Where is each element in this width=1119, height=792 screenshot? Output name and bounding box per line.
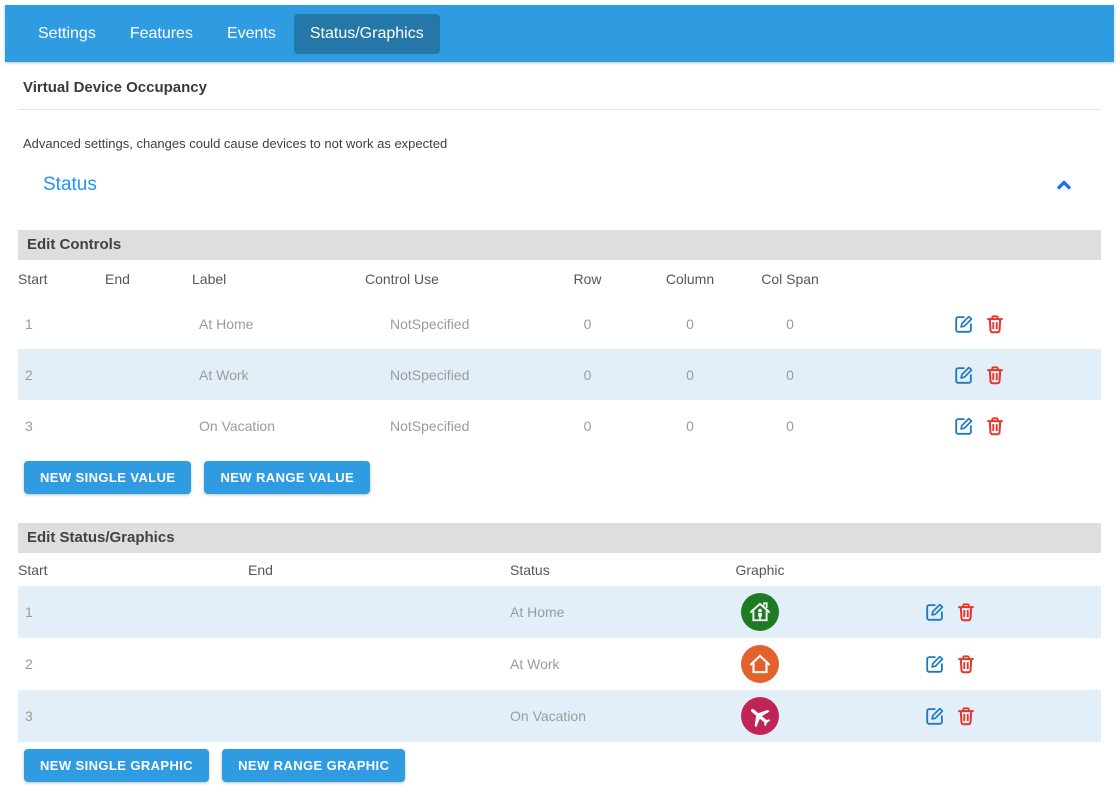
airplane-icon xyxy=(741,697,779,735)
top-tab-bar: Settings Features Events Status/Graphics xyxy=(5,5,1114,62)
col-start: Start xyxy=(18,271,105,287)
edit-controls-header: Edit Controls xyxy=(18,230,1101,260)
col-label: Label xyxy=(192,271,365,287)
status-section-label[interactable]: Status xyxy=(43,174,97,196)
tab-features[interactable]: Features xyxy=(114,14,209,54)
cell-row: 0 xyxy=(540,367,635,383)
new-range-graphic-button[interactable]: NEW RANGE GRAPHIC xyxy=(222,749,405,782)
edit-icon[interactable] xyxy=(953,364,975,386)
edit-controls-table: Start End Label Control Use Row Column C… xyxy=(18,260,1101,451)
cell-row: 0 xyxy=(540,316,635,332)
controls-buttons: NEW SINGLE VALUE NEW RANGE VALUE xyxy=(24,461,1119,494)
cell-row: 0 xyxy=(540,418,635,434)
warning-text: Advanced settings, changes could cause d… xyxy=(0,110,1119,151)
table-row: 1 At Home NotSpecified 0 0 0 xyxy=(18,298,1101,349)
delete-icon[interactable] xyxy=(984,415,1006,437)
cell-start: 3 xyxy=(18,708,248,724)
cell-col-span: 0 xyxy=(745,367,835,383)
delete-icon[interactable] xyxy=(955,653,977,675)
cell-start: 2 xyxy=(18,656,248,672)
status-section-header[interactable]: Status xyxy=(0,169,1119,201)
cell-col-span: 0 xyxy=(745,418,835,434)
tab-status-graphics[interactable]: Status/Graphics xyxy=(294,14,440,54)
cell-start: 1 xyxy=(18,604,248,620)
new-single-value-button[interactable]: NEW SINGLE VALUE xyxy=(24,461,191,494)
cell-label: At Work xyxy=(192,367,365,383)
delete-icon[interactable] xyxy=(955,601,977,623)
tab-settings[interactable]: Settings xyxy=(22,14,112,54)
home-occupied-icon xyxy=(741,593,779,631)
edit-icon[interactable] xyxy=(924,601,946,623)
col-status: Status xyxy=(510,562,700,578)
tab-events[interactable]: Events xyxy=(211,14,292,54)
cell-column: 0 xyxy=(635,316,745,332)
table-row: 1 At Home xyxy=(18,586,1101,638)
cell-start: 1 xyxy=(18,316,105,332)
col-graphic: Graphic xyxy=(700,562,820,578)
delete-icon[interactable] xyxy=(984,313,1006,335)
cell-col-span: 0 xyxy=(745,316,835,332)
table-header-row: Start End Label Control Use Row Column C… xyxy=(18,260,1101,298)
col-start: Start xyxy=(18,562,248,578)
cell-control-use: NotSpecified xyxy=(365,316,540,332)
col-col-span: Col Span xyxy=(745,271,835,287)
table-row: 2 At Work NotSpecified 0 0 0 xyxy=(18,349,1101,400)
cell-status: At Home xyxy=(510,604,700,620)
page-title: Virtual Device Occupancy xyxy=(0,62,1119,109)
table-row: 2 At Work xyxy=(18,638,1101,690)
col-end: End xyxy=(105,271,192,287)
edit-status-graphics-table: Start End Status Graphic 1 At Home 2 At … xyxy=(18,553,1101,742)
cell-status: On Vacation xyxy=(510,708,700,724)
cell-column: 0 xyxy=(635,418,745,434)
col-end: End xyxy=(248,562,510,578)
cell-label: On Vacation xyxy=(192,418,365,434)
graphics-buttons: NEW SINGLE GRAPHIC NEW RANGE GRAPHIC xyxy=(24,749,1119,782)
col-row: Row xyxy=(540,271,635,287)
cell-control-use: NotSpecified xyxy=(365,367,540,383)
edit-icon[interactable] xyxy=(953,313,975,335)
new-single-graphic-button[interactable]: NEW SINGLE GRAPHIC xyxy=(24,749,209,782)
home-icon xyxy=(741,645,779,683)
cell-start: 2 xyxy=(18,367,105,383)
table-header-row: Start End Status Graphic xyxy=(18,553,1101,586)
edit-icon[interactable] xyxy=(924,705,946,727)
table-row: 3 On Vacation xyxy=(18,690,1101,742)
cell-label: At Home xyxy=(192,316,365,332)
col-control-use: Control Use xyxy=(365,271,540,287)
cell-column: 0 xyxy=(635,367,745,383)
edit-icon[interactable] xyxy=(924,653,946,675)
table-row: 3 On Vacation NotSpecified 0 0 0 xyxy=(18,400,1101,451)
cell-control-use: NotSpecified xyxy=(365,418,540,434)
chevron-up-icon[interactable] xyxy=(1053,174,1075,196)
delete-icon[interactable] xyxy=(955,705,977,727)
edit-status-graphics-header: Edit Status/Graphics xyxy=(18,523,1101,553)
cell-status: At Work xyxy=(510,656,700,672)
delete-icon[interactable] xyxy=(984,364,1006,386)
col-column: Column xyxy=(635,271,745,287)
edit-icon[interactable] xyxy=(953,415,975,437)
cell-start: 3 xyxy=(18,418,105,434)
new-range-value-button[interactable]: NEW RANGE VALUE xyxy=(204,461,370,494)
